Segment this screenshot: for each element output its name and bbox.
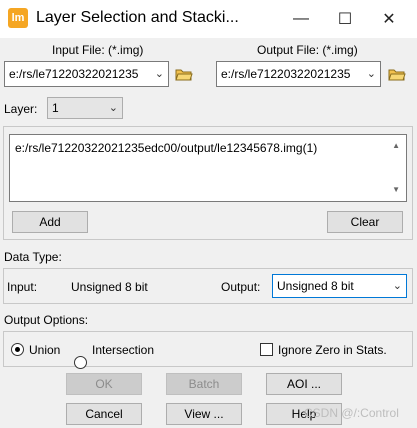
clear-button[interactable]: Clear (327, 211, 403, 233)
batch-button[interactable]: Batch (166, 373, 242, 395)
input-file-label: Input File: (*.img) (52, 43, 144, 57)
app-icon: lm (8, 8, 28, 28)
maximize-button[interactable]: ☐ (323, 0, 367, 38)
data-type-input-label: Input: (7, 280, 38, 294)
layer-value: 1 (52, 101, 59, 115)
layer-list-textarea[interactable]: e:/rs/le71220322021235edc00/output/le123… (9, 134, 407, 202)
add-button[interactable]: Add (12, 211, 88, 233)
output-options-label: Output Options: (4, 313, 89, 327)
output-file-value: e:/rs/le71220322021235 (221, 67, 351, 81)
layer-list-entry: e:/rs/le71220322021235edc00/output/le123… (15, 141, 318, 155)
ok-button[interactable]: OK (66, 373, 142, 395)
chevron-down-icon: ⌄ (392, 280, 402, 292)
chevron-down-icon: ⌄ (154, 68, 164, 80)
window-title: Layer Selection and Stacki... (36, 9, 239, 26)
view-button[interactable]: View ... (166, 403, 242, 425)
output-file-combo[interactable]: e:/rs/le71220322021235 ⌄ (216, 61, 381, 87)
intersection-radio[interactable] (74, 356, 87, 369)
output-data-type-select[interactable]: Unsigned 8 bit ⌄ (272, 274, 407, 298)
input-file-value: e:/rs/le71220322021235 (9, 67, 139, 81)
aoi-button[interactable]: AOI ... (266, 373, 342, 395)
cancel-button[interactable]: Cancel (66, 403, 142, 425)
ignore-zero-label: Ignore Zero in Stats. (278, 343, 387, 357)
output-data-type-value: Unsigned 8 bit (277, 279, 354, 293)
chevron-down-icon: ⌄ (108, 102, 118, 114)
data-type-input-value: Unsigned 8 bit (71, 280, 148, 294)
union-radio[interactable] (11, 343, 24, 356)
layer-label: Layer: (4, 102, 38, 116)
scroll-up-icon[interactable]: ▲ (392, 141, 400, 150)
output-folder-open-icon[interactable] (388, 67, 406, 84)
data-type-label: Data Type: (4, 250, 62, 264)
input-file-combo[interactable]: e:/rs/le71220322021235 ⌄ (4, 61, 169, 87)
data-type-output-label: Output: (221, 280, 261, 294)
scroll-down-icon[interactable]: ▼ (392, 185, 400, 194)
ignore-zero-checkbox[interactable] (260, 343, 273, 356)
layer-select[interactable]: 1 ⌄ (47, 97, 123, 119)
union-label: Union (29, 343, 61, 357)
close-button[interactable]: ✕ (367, 0, 411, 38)
output-file-label: Output File: (*.img) (257, 43, 358, 57)
minimize-button[interactable]: — (279, 0, 323, 38)
intersection-label: Intersection (92, 343, 155, 357)
chevron-down-icon: ⌄ (366, 68, 376, 80)
input-folder-open-icon[interactable] (175, 67, 193, 84)
watermark-text: CSDN @/:Control (304, 406, 399, 420)
